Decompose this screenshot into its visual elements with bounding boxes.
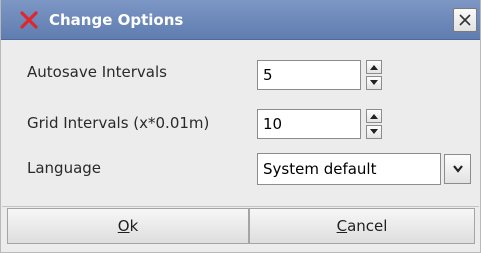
autosave-increment-button[interactable]	[366, 60, 382, 74]
ok-mnemonic: O	[117, 217, 130, 235]
close-icon	[459, 14, 471, 26]
autosave-intervals-stepper	[366, 60, 382, 90]
grid-intervals-stepper	[366, 109, 382, 139]
grid-intervals-input[interactable]: 10	[257, 109, 361, 139]
ok-button[interactable]: Ok	[7, 208, 249, 244]
chevron-up-icon	[370, 114, 378, 119]
autosave-intervals-label: Autosave Intervals	[27, 63, 167, 81]
chevron-up-icon	[370, 65, 378, 70]
cancel-label-rest: ancel	[347, 217, 388, 235]
change-options-dialog: Change Options Autosave Intervals 5 Grid…	[0, 0, 481, 253]
grid-decrement-button[interactable]	[366, 125, 382, 139]
dialog-title: Change Options	[49, 11, 184, 29]
ok-label-rest: k	[129, 217, 139, 235]
autosave-intervals-input[interactable]: 5	[257, 60, 361, 90]
button-separator	[2, 206, 479, 207]
close-button[interactable]	[453, 8, 477, 32]
title-bar[interactable]: Change Options	[1, 0, 480, 40]
language-dropdown-button[interactable]	[444, 154, 471, 184]
grid-increment-button[interactable]	[366, 109, 382, 123]
grid-intervals-label: Grid Intervals (x*0.01m)	[27, 114, 210, 132]
cancel-button[interactable]: Cancel	[249, 208, 475, 244]
autosave-decrement-button[interactable]	[366, 76, 382, 90]
language-select[interactable]: System default	[257, 153, 441, 185]
red-x-icon	[18, 9, 40, 31]
chevron-down-icon	[370, 129, 378, 134]
chevron-down-icon	[370, 80, 378, 85]
language-label: Language	[27, 159, 102, 177]
chevron-down-icon	[453, 165, 463, 173]
cancel-mnemonic: C	[336, 217, 348, 235]
